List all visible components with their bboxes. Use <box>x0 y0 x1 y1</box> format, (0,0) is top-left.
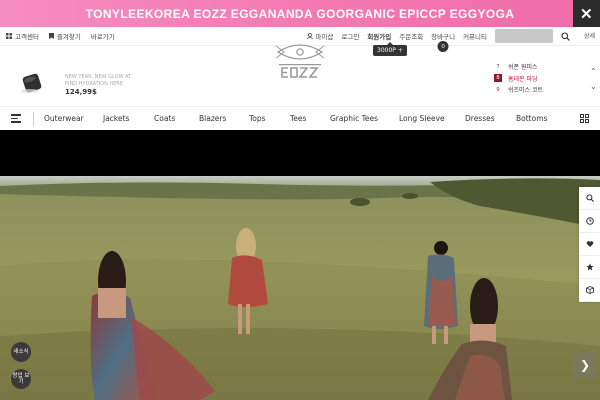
box-icon <box>585 286 594 294</box>
nav-item-graphic-tees[interactable]: Graphic Tees <box>330 114 378 123</box>
bookmark-label: 즐겨찾기 <box>56 33 81 41</box>
order-lookup-link[interactable]: 주문조회 <box>399 31 423 41</box>
login-link[interactable]: 로그인 <box>341 31 359 41</box>
keyword-label: 쉬폰 원피스 <box>508 64 538 72</box>
nav-divider <box>33 112 34 126</box>
keyword-item[interactable]: 7 쉬폰 원피스 <box>494 61 543 73</box>
cart-link[interactable]: 장바구니 0 <box>431 31 456 52</box>
cart-count-badge: 0 <box>437 41 449 52</box>
join-link[interactable]: 회원가입 <box>367 31 391 41</box>
close-icon[interactable]: ✕ <box>573 0 600 27</box>
brand-logo[interactable] <box>274 44 326 80</box>
shortcut-link[interactable]: 바로가기 <box>91 31 115 41</box>
category-nav: Outerwear Jackets Coats Blazers Tops Tee… <box>0 106 600 131</box>
sidebar-wishlist[interactable] <box>579 233 600 256</box>
sidebar-recent[interactable] <box>579 210 600 233</box>
keyword-rank: 9 <box>496 86 500 93</box>
popular-keywords: 7 쉬폰 원피스 8 홈데몬 파딩 9 쉬즈미스 코트 <box>494 61 543 96</box>
promo-product-image[interactable] <box>20 70 46 96</box>
news-button[interactable]: 새소식 <box>11 342 31 362</box>
promo-price: 124,99$ <box>65 88 97 96</box>
quick-sidebar <box>579 187 600 302</box>
points-tooltip: 3000P + <box>373 42 407 56</box>
shortcut-label: 바로가기 <box>90 33 115 41</box>
keyword-item[interactable]: 9 쉬즈미스 코트 <box>494 84 543 96</box>
sidebar-favorite[interactable] <box>579 256 600 279</box>
nav-item-coats[interactable]: Coats <box>154 114 175 123</box>
nav-item-long-sleeve[interactable]: Long Sleeve <box>399 114 445 123</box>
sidebar-delivery[interactable] <box>579 279 600 302</box>
menu-icon[interactable] <box>11 114 21 123</box>
promo-text[interactable]: NEW YEAR, NEW GLOW AT PIND HYDRATION HER… <box>65 74 135 87</box>
sidebar-search[interactable] <box>579 187 600 210</box>
bookmark-link[interactable]: 즐겨찾기 <box>48 31 81 41</box>
top-promo-banner[interactable]: TONYLEEKOREA EOZZ EGGANANDA GOORGANIC EP… <box>0 0 600 27</box>
search-icon[interactable] <box>561 31 570 41</box>
search-input[interactable] <box>495 29 553 43</box>
mypage-label: 마이샵 <box>315 33 334 41</box>
heart-icon <box>586 241 593 247</box>
community-link[interactable]: 커뮤니티 <box>463 31 487 41</box>
video-letterbox <box>0 130 600 176</box>
clock-icon <box>585 217 594 225</box>
nav-item-outerwear[interactable]: Outerwear <box>44 114 84 123</box>
cart-label: 장바구니 <box>431 33 456 41</box>
star-icon <box>585 263 594 271</box>
grid-view-icon[interactable] <box>580 114 589 123</box>
nav-item-tees[interactable]: Tees <box>290 114 306 123</box>
banner-text: TONYLEEKOREA EOZZ EGGANANDA GOORGANIC EP… <box>85 6 515 21</box>
user-icon <box>307 33 314 39</box>
chevron-down-icon[interactable]: ⌄ <box>590 79 597 94</box>
nav-item-bottoms[interactable]: Bottoms <box>516 114 547 123</box>
keyword-label: 쉬즈미스 코트 <box>508 87 544 95</box>
keyword-item[interactable]: 8 홈데몬 파딩 <box>494 73 543 85</box>
customer-center-label: 고객센터 <box>15 33 39 41</box>
popup-view-button[interactable]: 방업 보기 <box>11 369 31 389</box>
hero-image[interactable] <box>0 176 600 400</box>
keyword-rank: 7 <box>496 63 500 70</box>
chevron-up-icon[interactable]: ⌃ <box>590 64 597 79</box>
nav-item-dresses[interactable]: Dresses <box>465 114 495 123</box>
keyword-rank: 8 <box>494 74 502 83</box>
chevron-right-icon[interactable]: ❯ <box>574 352 596 378</box>
nav-item-blazers[interactable]: Blazers <box>199 114 226 123</box>
grid-icon <box>6 33 12 39</box>
nav-item-jackets[interactable]: Jackets <box>103 114 129 123</box>
keyword-label: 홈데몬 파딩 <box>508 75 538 83</box>
keyword-scroll-controls: ⌃ ⌄ <box>590 64 597 94</box>
search-icon <box>585 194 594 202</box>
customer-center-link[interactable]: 고객센터 <box>6 31 39 41</box>
bookmark-icon <box>48 33 54 39</box>
detail-link[interactable]: 상세 <box>584 31 595 40</box>
mypage-link[interactable]: 마이샵 <box>307 31 333 41</box>
nav-item-tops[interactable]: Tops <box>249 114 266 123</box>
